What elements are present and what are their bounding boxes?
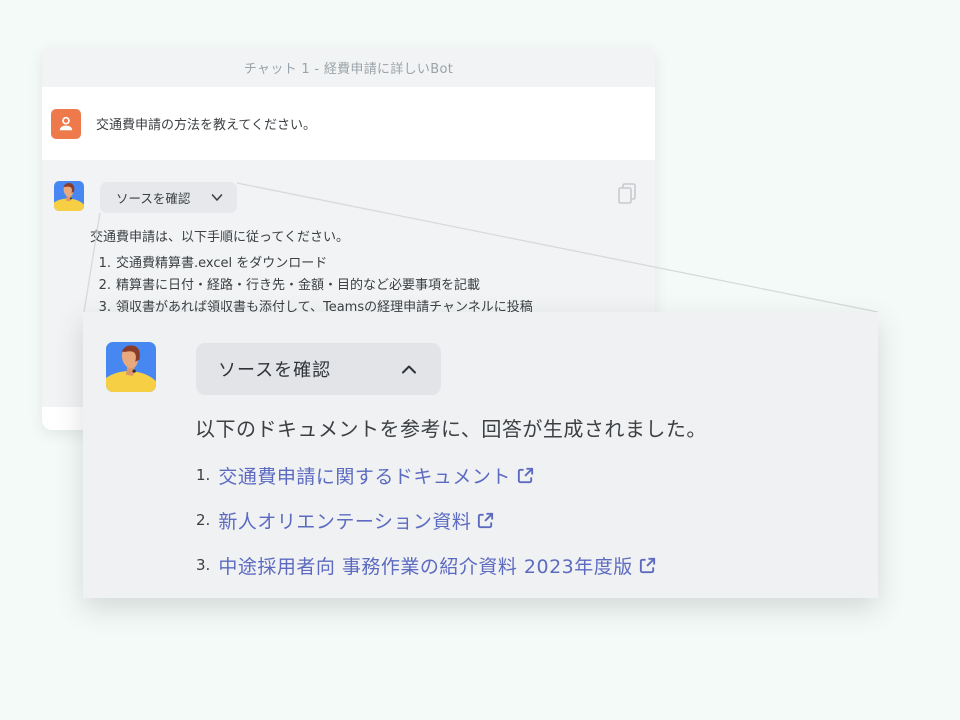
- bot-avatar: [54, 181, 84, 211]
- chat-title: チャット 1 - 経費申請に詳しいBot: [244, 58, 453, 77]
- bot-illustration: [106, 342, 156, 392]
- person-icon: [56, 114, 76, 134]
- source-link-label: 交通費申請に関するドキュメント: [218, 462, 511, 489]
- bot-step: 2. 精算書に日付・経路・行き先・金額・目的など必要事項を記載: [90, 275, 635, 297]
- sources-toggle-label: ソースを確認: [116, 188, 190, 207]
- source-link-item: 3. 中途採用者向 事務作業の紹介資料 2023年度版: [196, 552, 657, 578]
- user-message-row: 交通費申請の方法を教えてください。: [42, 87, 655, 160]
- link-number: 1.: [196, 466, 210, 484]
- chat-header: チャット 1 - 経費申請に詳しいBot: [42, 47, 655, 87]
- chevron-down-icon: [211, 193, 223, 202]
- sources-toggle-button-expanded[interactable]: ソースを確認: [196, 343, 441, 395]
- bot-message-body: 交通費申請は、以下手順に従ってください。 1. 交通費精算書.excel をダウ…: [90, 226, 635, 319]
- page: チャット 1 - 経費申請に詳しいBot 交通費申請の方法を教えてください。: [0, 0, 960, 720]
- source-link-item: 2. 新人オリエンテーション資料: [196, 507, 657, 533]
- source-link[interactable]: 交通費申請に関するドキュメント: [218, 462, 535, 489]
- source-link[interactable]: 新人オリエンテーション資料: [218, 507, 495, 534]
- step-number: 1.: [97, 253, 111, 275]
- external-link-icon: [516, 466, 535, 485]
- external-link-icon: [476, 511, 495, 530]
- link-number: 2.: [196, 511, 210, 529]
- external-link-icon: [638, 556, 657, 575]
- sources-toggle-label: ソースを確認: [218, 356, 331, 382]
- source-links-list: 1. 交通費申請に関するドキュメント 2. 新人オリエンテーション資料: [196, 462, 657, 597]
- bot-steps-list: 1. 交通費精算書.excel をダウンロード 2. 精算書に日付・経路・行き先…: [90, 253, 635, 319]
- sources-overlay-panel: ソースを確認 以下のドキュメントを参考に、回答が生成されました。 1. 交通費申…: [83, 312, 878, 598]
- source-link-label: 新人オリエンテーション資料: [218, 507, 471, 534]
- source-link-label: 中途採用者向 事務作業の紹介資料 2023年度版: [218, 552, 632, 579]
- link-number: 3.: [196, 556, 210, 574]
- step-number: 2.: [97, 275, 111, 297]
- bot-avatar-large: [106, 342, 156, 392]
- copy-button[interactable]: [616, 182, 638, 206]
- sources-toggle-button[interactable]: ソースを確認: [100, 182, 237, 213]
- user-message-text: 交通費申請の方法を教えてください。: [96, 114, 316, 133]
- step-text: 交通費精算書.excel をダウンロード: [116, 253, 327, 275]
- sources-heading: 以下のドキュメントを参考に、回答が生成されました。: [195, 413, 707, 442]
- bot-intro-text: 交通費申請は、以下手順に従ってください。: [90, 226, 635, 245]
- bot-illustration: [54, 181, 84, 211]
- bot-step: 1. 交通費精算書.excel をダウンロード: [90, 253, 635, 275]
- copy-icon: [616, 182, 638, 206]
- source-link-item: 1. 交通費申請に関するドキュメント: [196, 462, 657, 488]
- user-avatar: [51, 109, 81, 139]
- chevron-up-icon: [401, 364, 417, 375]
- source-link[interactable]: 中途採用者向 事務作業の紹介資料 2023年度版: [218, 552, 656, 579]
- step-text: 精算書に日付・経路・行き先・金額・目的など必要事項を記載: [116, 275, 480, 297]
